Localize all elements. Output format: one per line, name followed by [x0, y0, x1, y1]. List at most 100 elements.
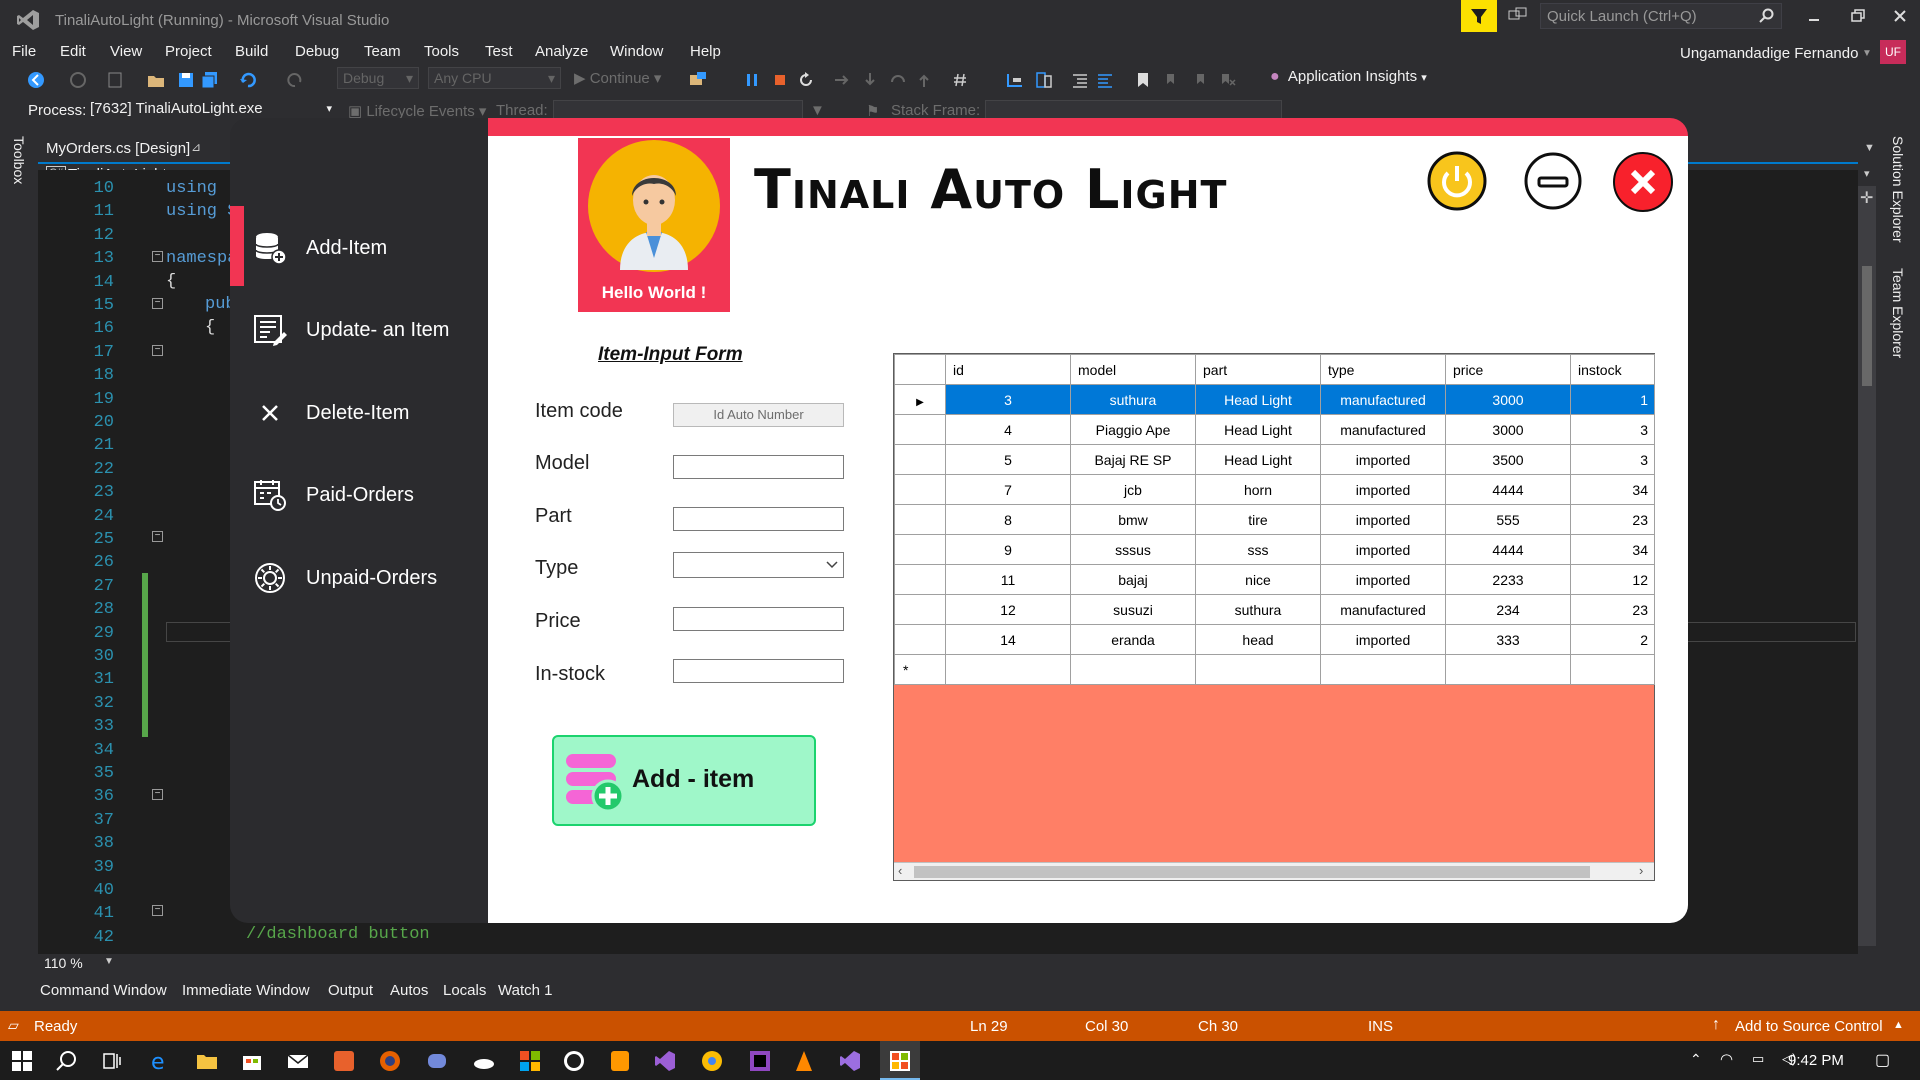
- table-cell[interactable]: 9: [945, 534, 1071, 565]
- solution-explorer-tab[interactable]: Solution Explorer: [1890, 136, 1906, 243]
- minimize-app-icon[interactable]: [1523, 151, 1583, 211]
- table-cell[interactable]: eranda: [1070, 624, 1196, 655]
- nav-paid-orders[interactable]: Paid-Orders: [250, 465, 414, 525]
- table-cell[interactable]: 3000: [1445, 414, 1571, 445]
- action-center-icon[interactable]: ▢: [1875, 1050, 1890, 1070]
- new-row-cell[interactable]: [1070, 654, 1196, 685]
- table-cell[interactable]: jcb: [1070, 474, 1196, 505]
- onedrive-icon[interactable]: [472, 1049, 496, 1073]
- windows-start-icon[interactable]: [10, 1049, 34, 1073]
- continue-button[interactable]: ▶ Continue ▾: [574, 69, 661, 87]
- filter-icon[interactable]: ▼: [810, 102, 825, 119]
- table-cell[interactable]: 333: [1445, 624, 1571, 655]
- table-cell[interactable]: 4444: [1445, 534, 1571, 565]
- model-field[interactable]: [673, 455, 844, 479]
- feedback-icon[interactable]: [1508, 7, 1528, 25]
- restore-window-icon[interactable]: [1848, 8, 1868, 24]
- table-cell[interactable]: 23: [1570, 504, 1655, 535]
- table-row[interactable]: 11 bajaj nice imported 2233 12: [894, 564, 1655, 595]
- table-cell[interactable]: suthura: [1195, 594, 1321, 625]
- table-row[interactable]: ▶ 3 suthura Head Light manufactured 3000 1: [894, 384, 1655, 415]
- stop-debugging-icon[interactable]: [770, 70, 790, 90]
- table-cell[interactable]: 2233: [1445, 564, 1571, 595]
- items-data-grid[interactable]: id model part type price instock ▶ 3 suthura Hea…: [893, 353, 1655, 881]
- office-icon[interactable]: [518, 1049, 542, 1073]
- split-editor-icon[interactable]: ✛: [1860, 188, 1873, 208]
- close-app-icon[interactable]: [1612, 151, 1674, 213]
- row-header[interactable]: [894, 474, 946, 505]
- new-row-cell[interactable]: [1570, 654, 1655, 685]
- quick-launch-input[interactable]: Quick Launch (Ctrl+Q): [1540, 3, 1782, 29]
- table-cell[interactable]: Bajaj RE SP: [1070, 444, 1196, 475]
- tab-locals[interactable]: Locals: [443, 982, 486, 999]
- previous-bookmark-icon[interactable]: [1162, 70, 1182, 90]
- notifications-flag-icon[interactable]: [1461, 0, 1497, 32]
- pin-icon[interactable]: ⊿: [191, 140, 201, 154]
- menu-help[interactable]: Help: [690, 43, 721, 60]
- table-cell[interactable]: imported: [1320, 534, 1446, 565]
- table-cell[interactable]: 5: [945, 444, 1071, 475]
- menu-view[interactable]: View: [110, 43, 142, 60]
- outdent-icon[interactable]: [1070, 70, 1090, 90]
- tab-command-window[interactable]: Command Window: [40, 982, 167, 999]
- scrollbar-thumb[interactable]: [1862, 266, 1872, 386]
- table-cell[interactable]: 34: [1570, 474, 1655, 505]
- table-cell[interactable]: imported: [1320, 504, 1446, 535]
- menu-project[interactable]: Project: [165, 43, 212, 60]
- save-icon[interactable]: [176, 70, 196, 90]
- table-cell[interactable]: imported: [1320, 564, 1446, 595]
- table-row[interactable]: 14 eranda head imported 333 2: [894, 624, 1655, 655]
- row-header[interactable]: [894, 624, 946, 655]
- hex-display-icon[interactable]: [950, 70, 970, 90]
- row-header[interactable]: ▶: [894, 384, 946, 415]
- table-row[interactable]: 5 Bajaj RE SP Head Light imported 3500 3: [894, 444, 1655, 475]
- table-cell[interactable]: imported: [1320, 624, 1446, 655]
- tab-watch-1[interactable]: Watch 1: [498, 982, 552, 999]
- table-cell[interactable]: 1: [1570, 384, 1655, 415]
- search-icon[interactable]: [55, 1049, 79, 1073]
- table-cell[interactable]: horn: [1195, 474, 1321, 505]
- edge-browser-icon[interactable]: e: [148, 1049, 172, 1073]
- table-cell[interactable]: 11: [945, 564, 1071, 595]
- row-header[interactable]: [894, 564, 946, 595]
- table-cell[interactable]: 3: [1570, 414, 1655, 445]
- table-cell[interactable]: 3: [1570, 444, 1655, 475]
- table-row[interactable]: 7 jcb horn imported 4444 34: [894, 474, 1655, 505]
- next-bookmark-icon[interactable]: [1190, 70, 1210, 90]
- collapse-toggle[interactable]: −: [152, 298, 163, 309]
- menu-analyze[interactable]: Analyze: [535, 43, 588, 60]
- table-row[interactable]: 4 Piaggio Ape Head Light manufactured 3000 3: [894, 414, 1655, 445]
- table-cell[interactable]: manufactured: [1320, 384, 1446, 415]
- navigate-forward-icon[interactable]: [68, 70, 88, 90]
- row-header[interactable]: [894, 534, 946, 565]
- phpstorm-icon[interactable]: [748, 1049, 772, 1073]
- chrome-icon[interactable]: [700, 1049, 724, 1073]
- member-dropdown-icon[interactable]: ▾: [1864, 167, 1870, 180]
- new-row[interactable]: *: [894, 654, 1655, 685]
- table-cell[interactable]: 8: [945, 504, 1071, 535]
- save-all-icon[interactable]: [200, 70, 220, 90]
- scroll-right-icon[interactable]: ›: [1639, 863, 1643, 878]
- instock-field[interactable]: [673, 659, 844, 683]
- collapse-toggle[interactable]: −: [152, 345, 163, 356]
- visual-studio-taskbar-icon[interactable]: [653, 1049, 677, 1073]
- chevron-down-icon[interactable]: ▼: [104, 956, 114, 967]
- collapse-toggle[interactable]: −: [152, 905, 163, 916]
- table-row[interactable]: 8 bmw tire imported 555 23: [894, 504, 1655, 535]
- process-picker-icon[interactable]: [688, 70, 708, 90]
- column-header-type[interactable]: type: [1320, 354, 1446, 385]
- grid-horizontal-scrollbar[interactable]: ‹ ›: [894, 862, 1654, 880]
- table-cell[interactable]: nice: [1195, 564, 1321, 595]
- system-clock[interactable]: 9:42 PM: [1788, 1052, 1844, 1069]
- step-into-icon[interactable]: [860, 70, 880, 90]
- table-cell[interactable]: Head Light: [1195, 444, 1321, 475]
- app-icon[interactable]: [332, 1049, 356, 1073]
- menu-team[interactable]: Team: [364, 43, 401, 60]
- whatsapp-icon[interactable]: [562, 1049, 586, 1073]
- table-row[interactable]: 12 susuzi suthura manufactured 234 23: [894, 594, 1655, 625]
- logout-power-icon[interactable]: [1427, 151, 1487, 211]
- tray-chevron-up-icon[interactable]: ⌃: [1690, 1051, 1702, 1068]
- table-cell[interactable]: 4444: [1445, 474, 1571, 505]
- column-header-model[interactable]: model: [1070, 354, 1196, 385]
- bookmark-icon[interactable]: [1133, 70, 1153, 90]
